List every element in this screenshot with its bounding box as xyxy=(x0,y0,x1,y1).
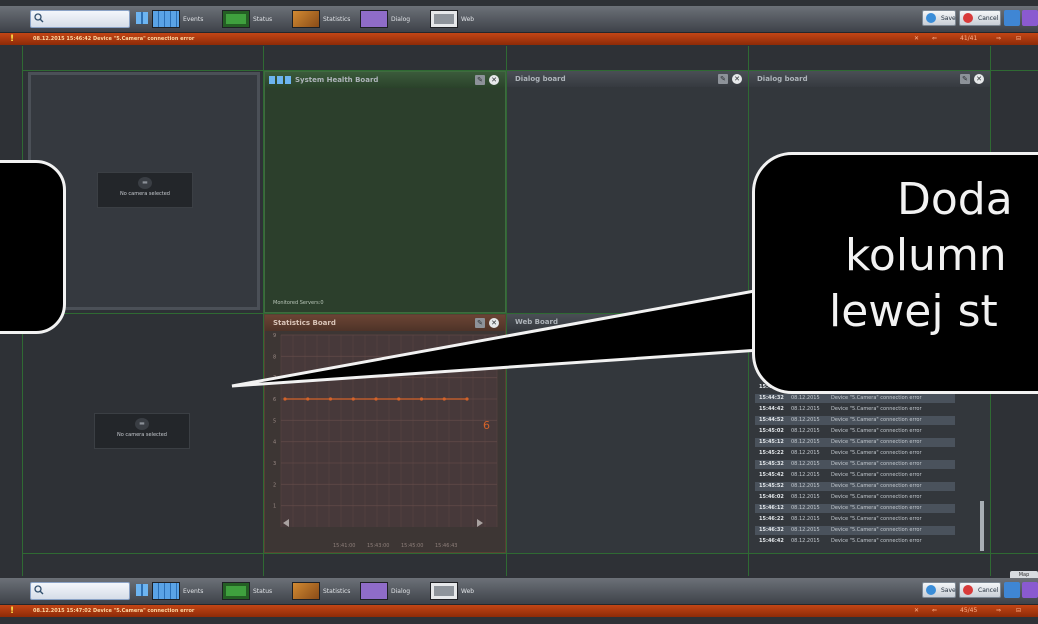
callout-line-1: Doda xyxy=(897,174,1013,225)
callout-line-2: kolumn xyxy=(845,230,1007,281)
callout-line-3: lewej st xyxy=(829,286,998,337)
callout-bubble-right: Doda kolumn lewej st xyxy=(752,152,1038,394)
